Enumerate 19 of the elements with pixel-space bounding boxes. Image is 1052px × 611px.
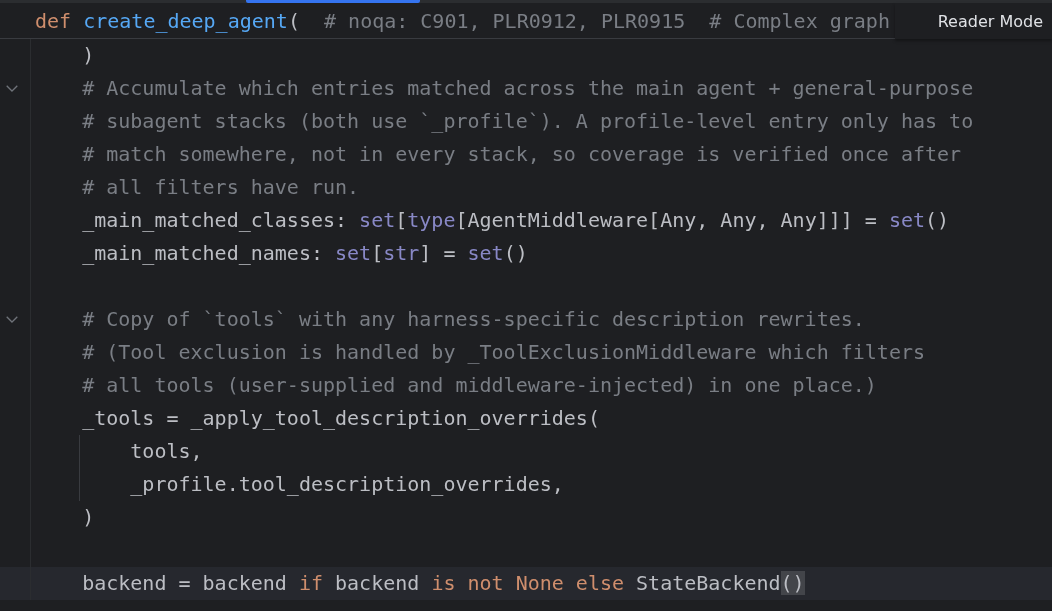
code-line: _main_matched_names: set[str] = set()	[82, 240, 528, 267]
code-line: # match somewhere, not in every stack, so coverage is verified once after	[82, 141, 962, 168]
code-line: # Accumulate which entries matched across the main agent + general-purpose	[82, 75, 974, 102]
code-line: tools,	[130, 438, 203, 465]
chevron-down-icon[interactable]	[6, 85, 18, 92]
code-line: # Copy of `tools` with any harness-specific description rewrites.	[82, 306, 865, 333]
code-line: )	[82, 504, 95, 531]
code-line: _profile.tool_description_overrides,	[130, 471, 564, 498]
code-line: _tools = _apply_tool_description_overrides(	[82, 405, 600, 432]
reader-mode-button[interactable]: Reader Mode	[895, 3, 1052, 39]
code-line: )	[82, 42, 95, 69]
code-line: # subagent stacks (both use `_profile`). A profile-level entry only has to	[82, 108, 974, 135]
code-line: # all tools (user-supplied and middleware-injected) in one place.)	[82, 372, 877, 399]
code-line: # all filters have run.	[82, 174, 360, 201]
code-line: # (Tool exclusion is handled by _ToolExclusionMiddleware which filters	[82, 339, 926, 366]
code-line: _main_matched_classes: set[type[AgentMiddleware[Any, Any, Any]]] = set()	[82, 207, 950, 234]
sticky-code-line[interactable]: def create_deep_agent( # noqa: C901, PLR0912, PLR0915 # Complex graph	[35, 8, 890, 33]
chevron-down-icon[interactable]	[6, 316, 18, 323]
code-line: backend = backend if backend is not None else StateBackend()	[82, 570, 805, 597]
